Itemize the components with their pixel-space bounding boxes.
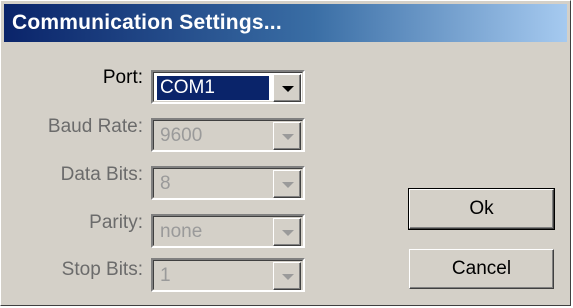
parity-select[interactable]: none	[151, 214, 305, 248]
data-bits-value: 8	[160, 173, 171, 194]
chevron-down-icon	[282, 134, 294, 140]
data-bits-dropdown-button[interactable]	[273, 170, 301, 198]
data-bits-select[interactable]: 8	[151, 166, 305, 200]
stop-bits-value: 1	[160, 265, 171, 286]
data-bits-label: Data Bits:	[60, 164, 143, 185]
parity-dropdown-button[interactable]	[273, 218, 301, 246]
baud-rate-value: 9600	[160, 125, 203, 146]
title-bar[interactable]: Communication Settings...	[4, 4, 567, 42]
port-value: COM1	[157, 76, 269, 100]
baud-rate-dropdown-button[interactable]	[273, 122, 301, 150]
cancel-button[interactable]: Cancel	[409, 249, 554, 289]
parity-value: none	[160, 221, 203, 242]
port-select[interactable]: COM1	[151, 70, 305, 104]
stop-bits-select[interactable]: 1	[151, 258, 305, 292]
parity-label: Parity:	[89, 212, 143, 233]
port-dropdown-button[interactable]	[273, 74, 301, 102]
chevron-down-icon	[282, 86, 294, 92]
chevron-down-icon	[282, 274, 294, 280]
baud-rate-select[interactable]: 9600	[151, 118, 305, 152]
ok-button[interactable]: Ok	[408, 188, 555, 230]
chevron-down-icon	[282, 230, 294, 236]
chevron-down-icon	[282, 182, 294, 188]
stop-bits-dropdown-button[interactable]	[273, 262, 301, 290]
communication-settings-dialog: Communication Settings... Port: COM1 Bau…	[0, 0, 571, 306]
port-label: Port:	[102, 67, 143, 88]
baud-rate-label: Baud Rate:	[47, 116, 143, 137]
dialog-title: Communication Settings...	[12, 11, 282, 34]
stop-bits-label: Stop Bits:	[61, 259, 143, 280]
